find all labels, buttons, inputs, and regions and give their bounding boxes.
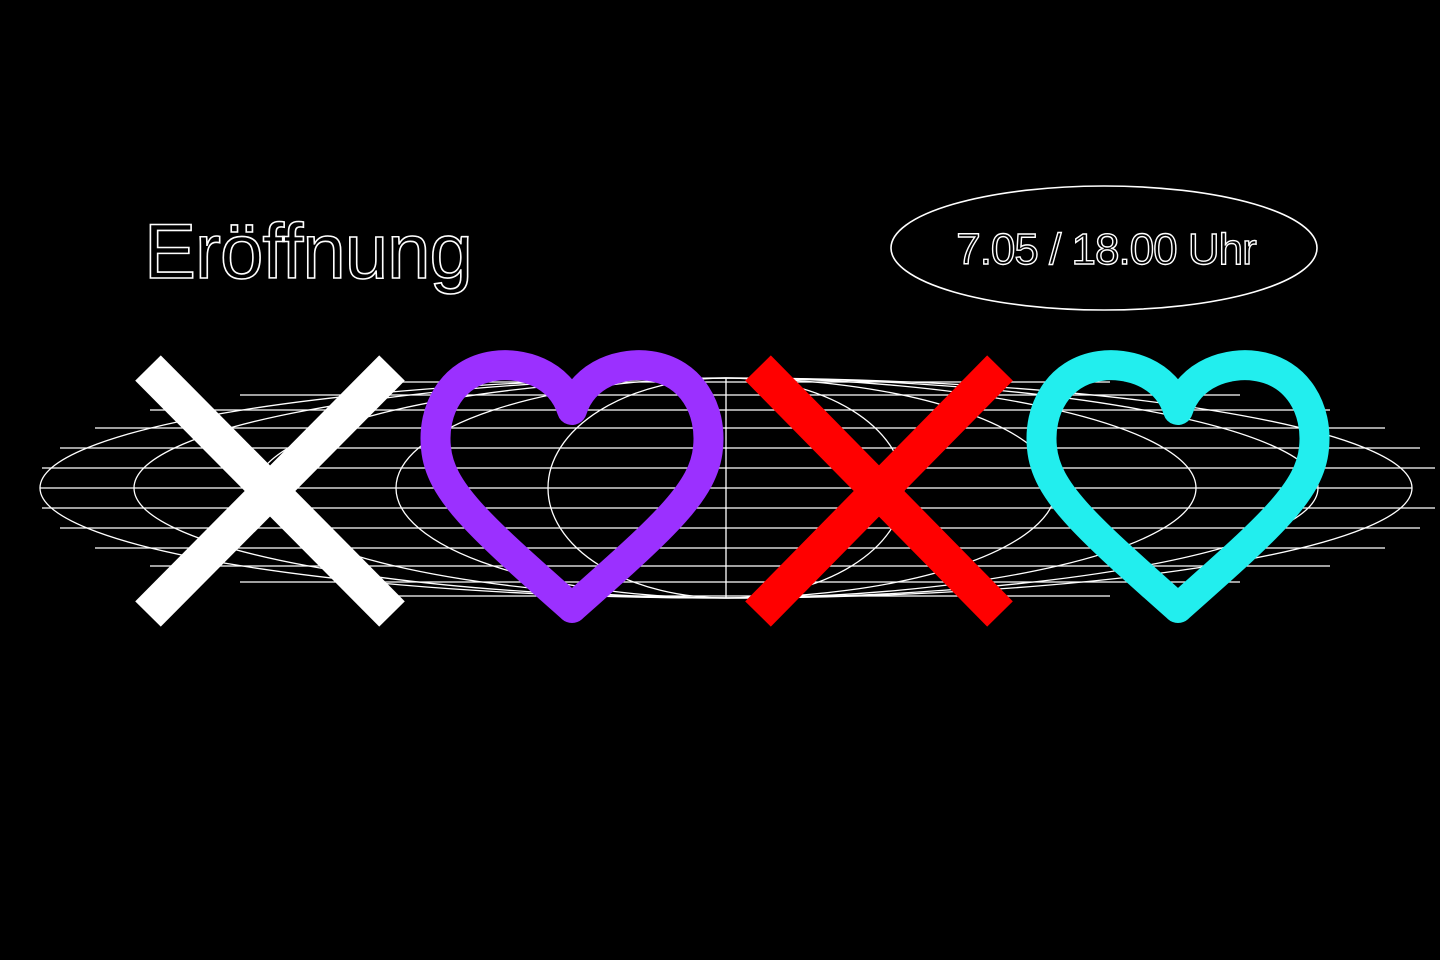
heart-icon [1026, 350, 1330, 623]
poster-canvas: Eröffnung 7.05 / 18.00 Uhr [39, 185, 1435, 627]
x-icon [135, 355, 405, 627]
heart-icon [420, 350, 724, 623]
date-badge: 7.05 / 18.00 Uhr [890, 185, 1318, 311]
event-title: Eröffnung [144, 207, 472, 295]
event-date-time: 7.05 / 18.00 Uhr [956, 225, 1256, 274]
x-icon [745, 355, 1013, 627]
event-poster: Eröffnung 7.05 / 18.00 Uhr [0, 0, 1440, 960]
